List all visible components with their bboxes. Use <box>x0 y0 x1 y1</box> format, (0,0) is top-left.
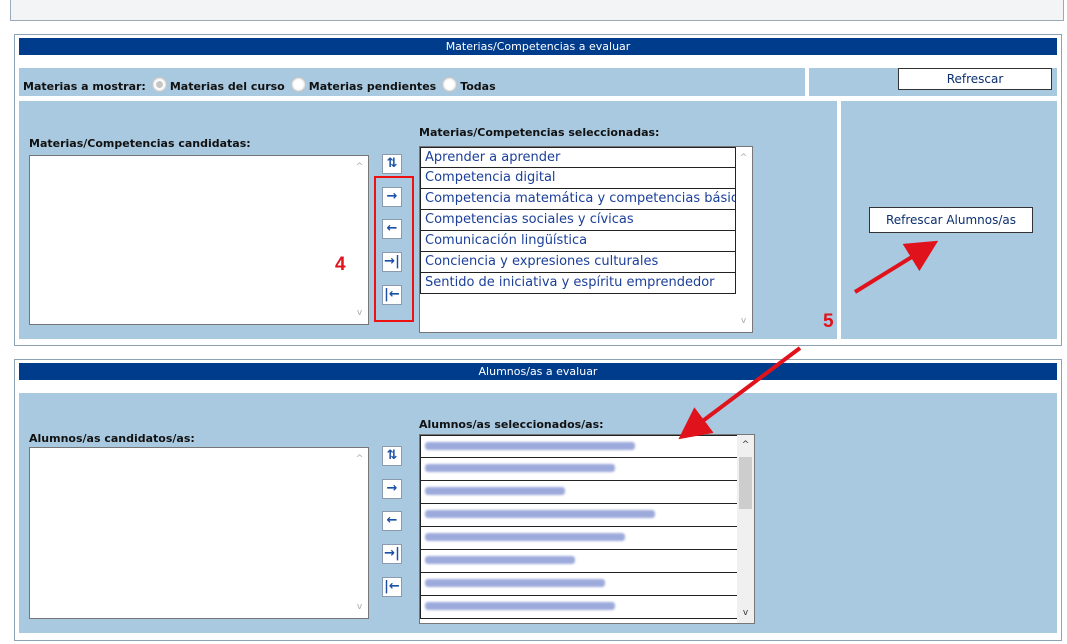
arrow-to-refrescar-alumnos <box>853 240 939 294</box>
arrow-to-seleccionados <box>678 346 802 440</box>
annotation-arrows <box>678 240 939 440</box>
